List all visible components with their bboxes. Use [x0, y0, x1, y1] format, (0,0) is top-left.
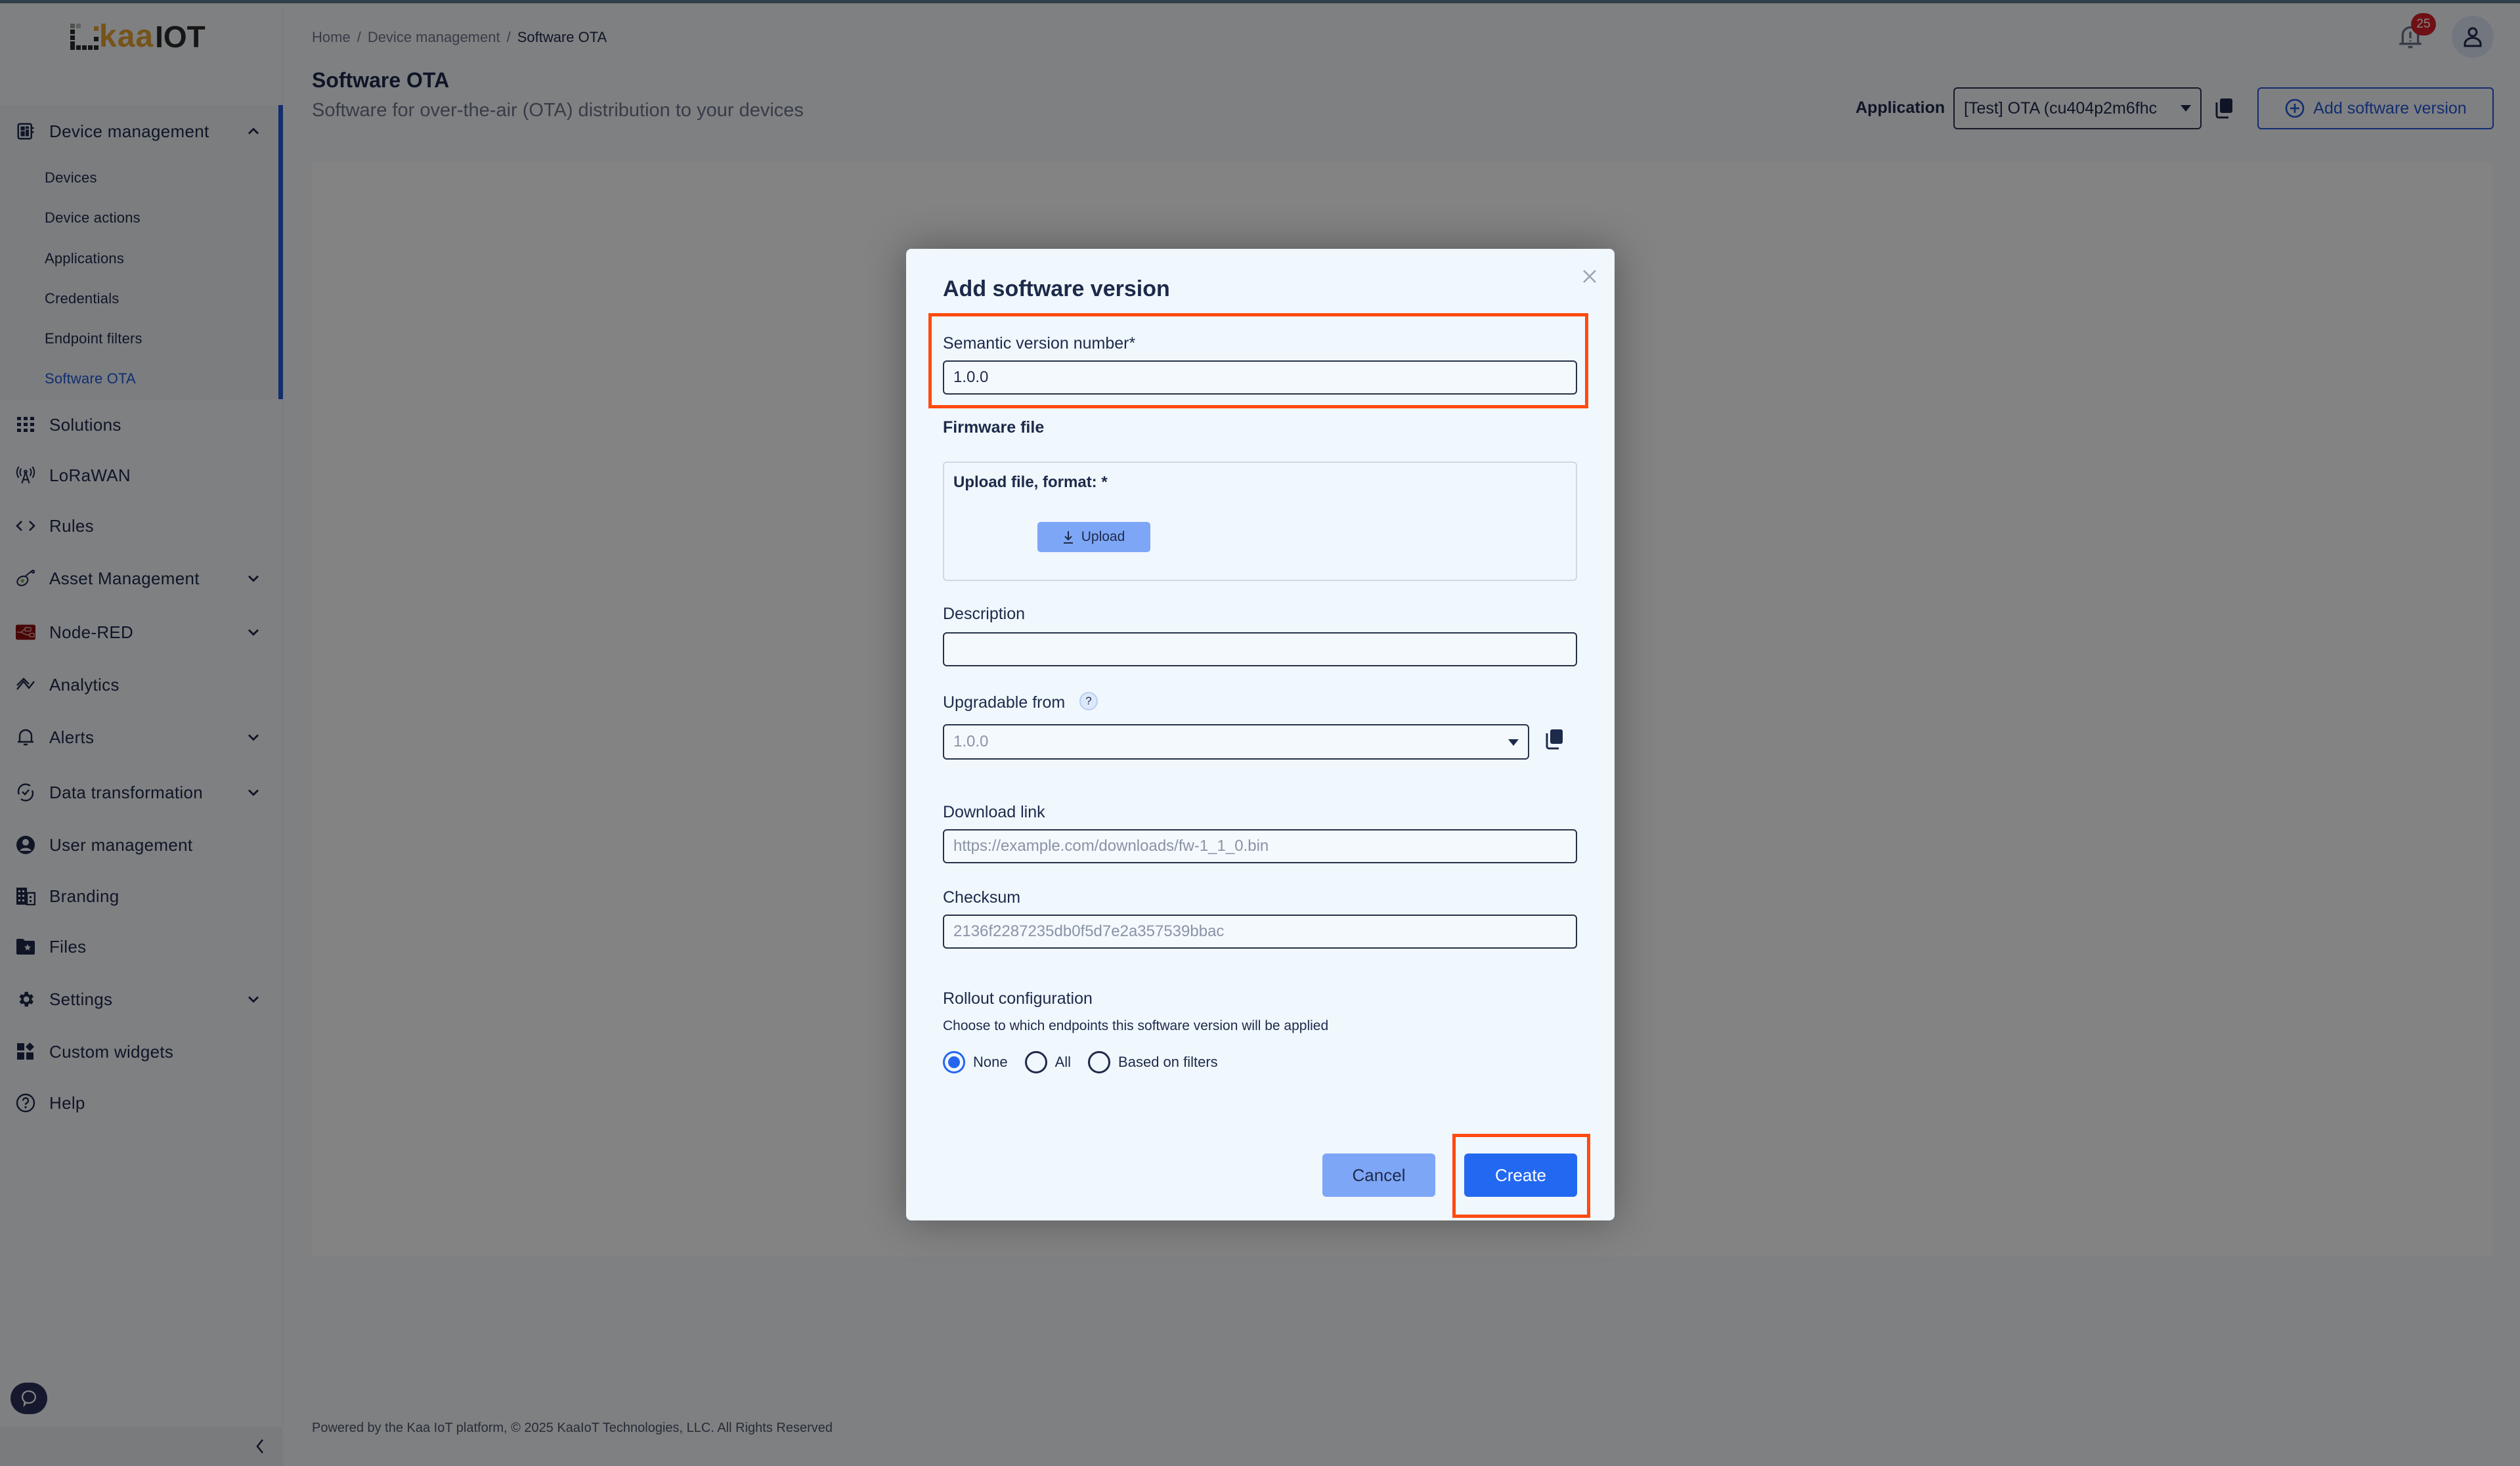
- firmware-file-heading: Firmware file: [943, 418, 1045, 437]
- semantic-version-input[interactable]: 1.0.0: [943, 360, 1577, 395]
- radio-label: None: [973, 1054, 1008, 1070]
- download-arrow-icon: [1063, 531, 1073, 544]
- dialog-title: Add software version: [943, 276, 1170, 301]
- semantic-version-label-text: Semantic version number: [943, 334, 1129, 353]
- semantic-version-label: Semantic version number*: [943, 334, 1135, 353]
- upgradable-from-value: 1.0.0: [953, 733, 989, 750]
- rollout-option-all[interactable]: All: [1024, 1051, 1072, 1073]
- radio-label: Based on filters: [1118, 1054, 1218, 1070]
- copy-icon[interactable]: [1544, 728, 1564, 750]
- rollout-radio-group: None All Based on filters: [943, 1051, 1226, 1073]
- upload-file-label: Upload file, format: *: [953, 473, 1108, 491]
- create-button[interactable]: Create: [1464, 1153, 1577, 1197]
- download-link-label: Download link: [943, 803, 1045, 821]
- add-software-version-dialog: Add software version Semantic version nu…: [906, 249, 1615, 1220]
- checksum-label: Checksum: [943, 888, 1021, 907]
- upgradable-from-label: Upgradable from: [943, 693, 1066, 712]
- caret-down-icon: [1508, 739, 1519, 746]
- help-question-icon[interactable]: ?: [1079, 692, 1098, 710]
- required-mark: *: [1129, 334, 1136, 353]
- radio-unchecked[interactable]: [1024, 1051, 1047, 1073]
- checksum-input[interactable]: 2136f2287235db0f5d7e2a357539bbac: [943, 915, 1577, 949]
- download-link-input[interactable]: https://example.com/downloads/fw-1_1_0.b…: [943, 829, 1577, 863]
- upload-button-label: Upload: [1081, 529, 1125, 544]
- rollout-configuration-label: Rollout configuration: [943, 989, 1093, 1008]
- description-label: Description: [943, 605, 1026, 623]
- rollout-option-based-on-filters[interactable]: Based on filters: [1088, 1051, 1218, 1073]
- rollout-hint: Choose to which endpoints this software …: [943, 1018, 1329, 1033]
- cancel-button[interactable]: Cancel: [1322, 1153, 1435, 1197]
- radio-checked[interactable]: [943, 1051, 965, 1073]
- rollout-option-none[interactable]: None: [943, 1051, 1008, 1073]
- description-input[interactable]: [943, 632, 1577, 666]
- upload-button[interactable]: Upload: [1037, 522, 1150, 552]
- close-icon[interactable]: [1582, 269, 1597, 284]
- radio-unchecked[interactable]: [1088, 1051, 1111, 1073]
- upgradable-from-select[interactable]: 1.0.0: [943, 724, 1529, 760]
- firmware-upload-area: Upload file, format: * Upload: [943, 462, 1577, 581]
- radio-label: All: [1054, 1054, 1072, 1070]
